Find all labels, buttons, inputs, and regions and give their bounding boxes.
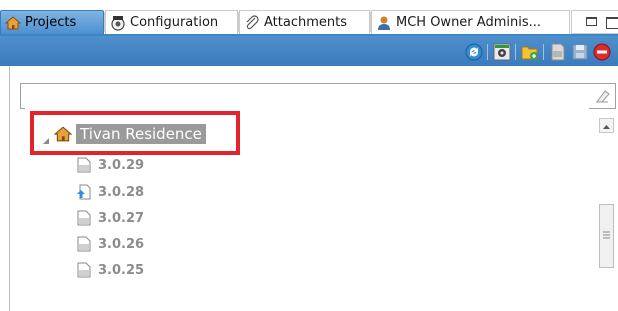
tree-item-version[interactable]: 3.0.27 [76,210,144,226]
tree-item-label: 3.0.28 [98,184,145,200]
filter-box [20,83,616,109]
tree-item-label: 3.0.25 [98,262,145,278]
toolbar-separator [543,44,544,60]
window-controls [571,10,618,34]
grip-icon [603,231,610,239]
tools-icon[interactable] [493,43,511,61]
new-folder-icon[interactable] [521,43,539,61]
delete-icon[interactable] [593,43,611,61]
tab-projects[interactable]: Projects [0,10,104,34]
tab-mch-owner-admin[interactable]: MCH Owner Adminis... [371,10,570,34]
house-icon [5,15,21,31]
toolbar-separator [515,44,516,60]
tree-item-label: 3.0.26 [98,236,145,252]
tab-configuration[interactable]: Configuration [105,10,238,34]
tab-label: Attachments [264,15,347,30]
highlight-box [30,111,240,155]
version-doc-icon [76,157,92,173]
scroll-thumb[interactable] [599,204,614,268]
tab-label: Configuration [130,15,219,30]
tab-label: Projects [25,15,77,30]
scroll-up-arrow-icon [603,125,610,129]
tab-attachments[interactable]: Attachments [239,10,370,34]
refresh-icon[interactable] [465,43,483,61]
paperclip-icon [244,14,260,31]
minimize-icon[interactable] [586,17,597,26]
toolbar-separator [487,44,488,60]
scroll-up-button[interactable] [599,118,614,133]
version-upload-icon [76,184,92,200]
config-icon [110,15,126,31]
maximize-icon[interactable] [606,17,618,29]
tree-item-version[interactable]: 3.0.29 [76,157,144,173]
user-icon [376,15,392,31]
tree-item-version[interactable]: 3.0.25 [76,262,144,278]
tree-item-version[interactable]: 3.0.26 [76,236,144,252]
tab-label: MCH Owner Adminis... [396,15,541,30]
version-doc-icon [76,236,92,252]
tree-item-label: 3.0.27 [98,210,145,226]
version-doc-icon [76,262,92,278]
filter-input[interactable] [25,85,589,109]
pane-border [9,66,10,311]
tree-item-version[interactable]: 3.0.28 [76,184,144,200]
tree-item-label: 3.0.29 [98,157,145,173]
save-icon[interactable] [571,43,589,61]
version-icon[interactable] [549,43,567,61]
eraser-icon[interactable] [593,88,611,104]
version-doc-icon [76,210,92,226]
